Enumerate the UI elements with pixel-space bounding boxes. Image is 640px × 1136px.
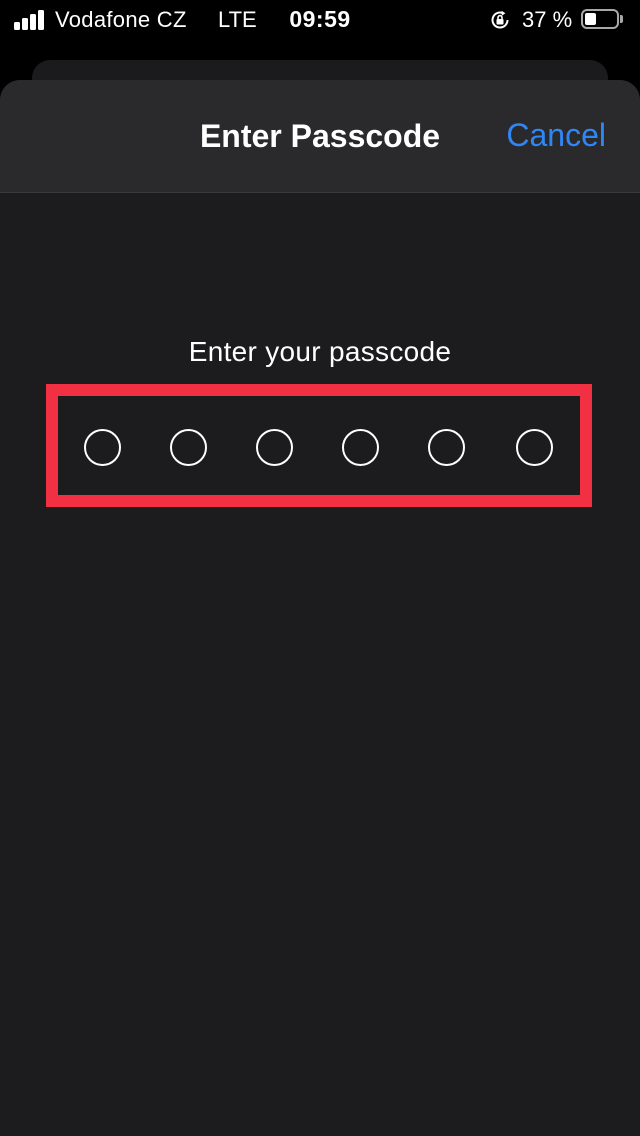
battery-percentage: 37 % <box>522 7 573 32</box>
passcode-prompt: Enter your passcode <box>188 336 452 367</box>
cancel-button[interactable]: Cancel <box>506 117 606 154</box>
navigation-bar: Enter Passcode Cancel <box>0 80 640 193</box>
rotation-lock-icon <box>491 10 509 29</box>
status-bar: Vodafone CZ LTE 09:59 37 % <box>0 0 640 40</box>
passcode-dot <box>342 429 379 466</box>
battery-icon <box>581 9 623 29</box>
passcode-dot <box>428 429 465 466</box>
passcode-sheet: Enter Passcode Cancel Enter your passcod… <box>0 80 640 1136</box>
passcode-dot <box>516 429 553 466</box>
passcode-highlight-box <box>46 384 592 507</box>
passcode-dot <box>256 429 293 466</box>
passcode-dot <box>84 429 121 466</box>
battery-level-fill <box>585 13 596 25</box>
passcode-dot <box>170 429 207 466</box>
